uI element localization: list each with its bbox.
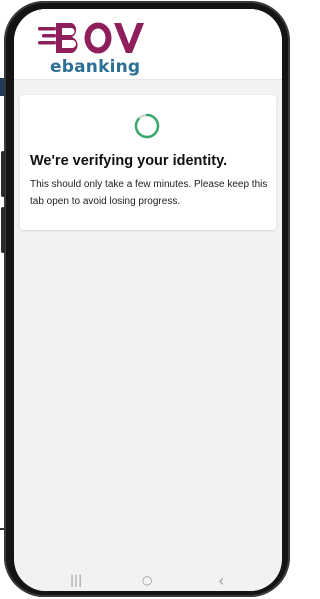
system-nav-bar: ||| ○ ‹ bbox=[14, 569, 282, 591]
logo-subtext: ebanking bbox=[50, 57, 141, 77]
phone-screen: ebanking We're verifying your identity. … bbox=[14, 9, 282, 591]
verification-title: We're verifying your identity. bbox=[30, 153, 228, 169]
verification-message: This should only take a few minutes. Ple… bbox=[30, 179, 268, 207]
verification-card: We're verifying your identity. This shou… bbox=[20, 95, 276, 230]
spinner-icon bbox=[134, 113, 160, 139]
home-icon[interactable]: ○ bbox=[142, 573, 152, 587]
screenshot-stage: ebanking We're verifying your identity. … bbox=[0, 0, 292, 599]
app-header: ebanking bbox=[14, 9, 282, 80]
recent-apps-icon[interactable]: ||| bbox=[70, 573, 82, 587]
volume-button bbox=[1, 151, 5, 197]
power-button bbox=[1, 207, 5, 253]
phone-frame: ebanking We're verifying your identity. … bbox=[1, 1, 290, 597]
back-icon[interactable]: ‹ bbox=[218, 571, 224, 590]
